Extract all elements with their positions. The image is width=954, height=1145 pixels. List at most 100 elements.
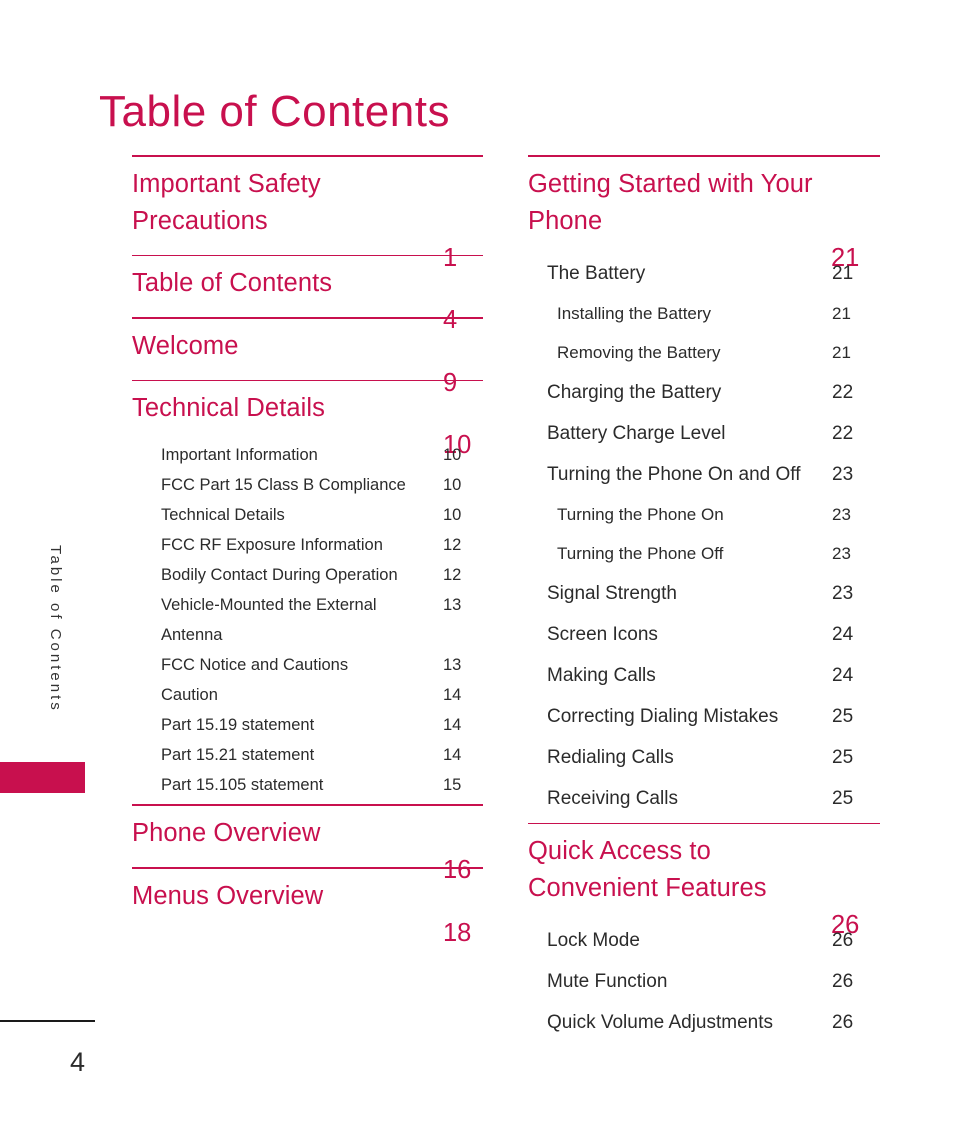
toc-entry-label: Bodily Contact During Operation (161, 566, 398, 585)
toc-entry-label: Turning the Phone On (557, 504, 724, 524)
toc-entry[interactable]: Making Calls 24 (547, 655, 880, 696)
toc-entry[interactable]: Bodily Contact During Operation 12 (161, 560, 483, 590)
toc-entry-label: Receiving Calls (547, 787, 678, 809)
toc-entry-page-number: 23 (832, 504, 851, 524)
toc-column-left: Important Safety Precautions 1 Table of Co… (132, 155, 483, 947)
toc-entry[interactable]: Redialing Calls 25 (547, 737, 880, 778)
toc-entry[interactable]: Turning the Phone On and Off 23 (547, 454, 880, 495)
toc-entry-label: Vehicle-Mounted the External Antenna (161, 596, 377, 645)
page-title: Table of Contents (99, 87, 450, 137)
toc-entry-label: Charging the Battery (547, 381, 722, 403)
toc-entry[interactable]: Vehicle-Mounted the External Antenna 13 (161, 590, 483, 650)
toc-entry-label: Lock Mode (547, 930, 640, 952)
toc-entry[interactable]: FCC Part 15 Class B Compliance 10 (161, 470, 483, 500)
toc-entry-page-number: 10 (443, 446, 462, 465)
toc-entry-label: FCC Notice and Cautions (161, 656, 349, 675)
section-title: Getting Started with Your Phone (528, 169, 813, 235)
toc-entry-label: Important Information (161, 446, 318, 465)
toc-entry[interactable]: Part 15.19 statement 14 (161, 710, 483, 740)
toc-entry-label: Turning the Phone Off (557, 543, 724, 563)
toc-entry-page-number: 14 (443, 746, 462, 765)
section-title: Important Safety Precautions (132, 169, 321, 235)
toc-section-heading[interactable]: Table of Contents 4 (132, 256, 483, 334)
toc-entry-label: Caution (161, 686, 218, 705)
toc-entry[interactable]: Mute Function 26 (547, 961, 880, 1002)
toc-entry-list: Lock Mode 26 Mute Function 26 Quick Volume A… (528, 916, 880, 1047)
toc-entry-page-number: 12 (443, 536, 462, 555)
page-number: 4 (70, 1047, 86, 1077)
toc-entry[interactable]: Part 15.105 statement 15 (161, 770, 483, 800)
toc-entry-label: FCC RF Exposure Information (161, 536, 383, 555)
toc-entry-label: Part 15.105 statement (161, 776, 324, 795)
toc-section-heading[interactable]: Welcome 9 (132, 319, 483, 397)
toc-entry-page-number: 21 (832, 342, 851, 362)
toc-entry-page-number: 23 (832, 582, 854, 604)
toc-entry-page-number: 21 (832, 303, 851, 323)
toc-section-heading[interactable]: Quick Access to Convenient Features 26 (528, 824, 880, 939)
toc-entry[interactable]: Correcting Dialing Mistakes 25 (547, 696, 880, 737)
toc-entry[interactable]: Turning the Phone On 23 (557, 495, 880, 534)
section-title: Welcome (132, 331, 239, 360)
toc-entry-page-number: 24 (832, 664, 854, 686)
section-title: Table of Contents (132, 269, 333, 298)
toc-entry[interactable]: Important Information 10 (161, 440, 483, 470)
toc-entry-page-number: 26 (832, 1012, 854, 1034)
toc-entry-label: Installing the Battery (557, 303, 712, 323)
toc-column-right: Getting Started with Your Phone 21 The Bat… (528, 155, 880, 1047)
toc-entry-page-number: 24 (832, 623, 854, 645)
toc-entry[interactable]: Installing the Battery 21 (557, 294, 880, 333)
toc-entry-page-number: 10 (443, 506, 462, 525)
toc-entry[interactable]: Receiving Calls 25 (547, 778, 880, 819)
toc-entry-page-number: 23 (832, 463, 854, 485)
toc-entry-label: The Battery (547, 262, 646, 284)
toc-entry-page-number: 22 (832, 422, 854, 444)
toc-entry-label: Making Calls (547, 664, 656, 686)
toc-entry[interactable]: Charging the Battery 22 (547, 372, 880, 413)
section-page-number: 18 (443, 918, 472, 947)
toc-section-heading[interactable]: Important Safety Precautions 1 (132, 157, 483, 272)
toc-entry[interactable]: Screen Icons 24 (547, 614, 880, 655)
toc-entry[interactable]: Technical Details 10 (161, 500, 483, 530)
toc-entry-list: Important Information 10 FCC Part 15 Class… (132, 436, 483, 804)
toc-entry-page-number: 13 (443, 656, 462, 675)
toc-entry-page-number: 15 (443, 776, 462, 795)
toc-entry-page-number: 14 (443, 716, 462, 735)
toc-entry[interactable]: Lock Mode 26 (547, 920, 880, 961)
toc-entry-page-number: 12 (443, 566, 462, 585)
toc-entry-label: Battery Charge Level (547, 422, 726, 444)
toc-section-heading[interactable]: Getting Started with Your Phone 21 (528, 157, 880, 272)
toc-entry[interactable]: Turning the Phone Off 23 (557, 534, 880, 573)
toc-entry[interactable]: Quick Volume Adjustments 26 (547, 1002, 880, 1043)
toc-entry-label: FCC Part 15 Class B Compliance (161, 476, 406, 495)
toc-entry-label: Signal Strength (547, 582, 677, 604)
toc-entry[interactable]: Battery Charge Level 22 (547, 413, 880, 454)
toc-entry-page-number: 10 (443, 476, 462, 495)
toc-entry[interactable]: The Battery 21 (547, 253, 880, 294)
toc-entry-page-number: 26 (832, 971, 854, 993)
toc-entry-page-number: 22 (832, 381, 854, 403)
toc-entry[interactable]: Removing the Battery 21 (557, 333, 880, 372)
toc-section-heading[interactable]: Menus Overview 18 (132, 869, 483, 947)
section-title: Phone Overview (132, 818, 321, 847)
toc-entry-label: Mute Function (547, 971, 668, 993)
toc-section-heading[interactable]: Technical Details 10 (132, 381, 483, 459)
toc-entry-list: The Battery 21 Installing the Battery 21 Rem… (528, 249, 880, 823)
section-title: Technical Details (132, 394, 326, 423)
toc-section-heading[interactable]: Phone Overview 16 (132, 806, 483, 884)
toc-entry[interactable]: Caution 14 (161, 680, 483, 710)
toc-entry[interactable]: Signal Strength 23 (547, 573, 880, 614)
toc-entry[interactable]: FCC RF Exposure Information 12 (161, 530, 483, 560)
toc-entry-label: Redialing Calls (547, 746, 674, 768)
toc-entry-label: Technical Details (161, 506, 285, 525)
toc-entry-label: Part 15.19 statement (161, 716, 315, 735)
toc-entry-label: Quick Volume Adjustments (547, 1012, 773, 1034)
toc-entry[interactable]: Part 15.21 statement 14 (161, 740, 483, 770)
side-tab-running-head: Table of Contents (47, 545, 64, 713)
section-title: Menus Overview (132, 881, 324, 910)
toc-entry-page-number: 26 (832, 930, 854, 952)
toc-entry-page-number: 25 (832, 746, 854, 768)
toc-entry-label: Turning the Phone On and Off (547, 463, 801, 485)
toc-entry[interactable]: FCC Notice and Cautions 13 (161, 650, 483, 680)
side-tab-marker (0, 762, 85, 793)
